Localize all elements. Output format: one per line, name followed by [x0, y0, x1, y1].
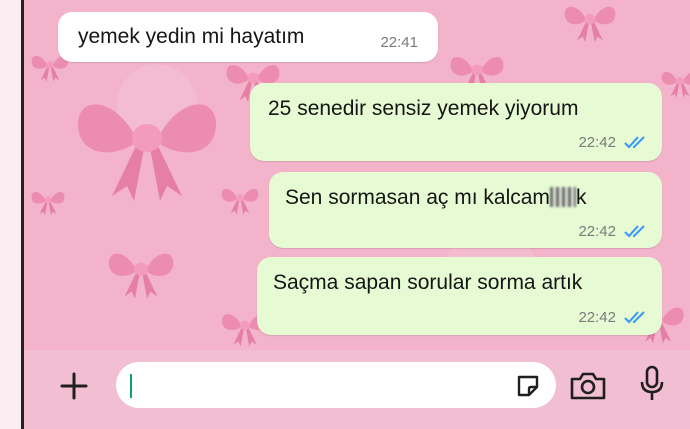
message-time: 22:42 [578, 134, 616, 151]
message-text: Sen sormasan aç mı kalcam [285, 186, 550, 209]
chat-wallpaper: yemek yedin mi hayatım 22:41 25 senedir … [24, 0, 690, 350]
composer-bar [24, 350, 690, 429]
message-bubble-outgoing[interactable]: 25 senedir sensiz yemek yiyorum 22:42 [250, 83, 662, 161]
read-receipt-icon [624, 225, 645, 238]
microphone-icon[interactable] [638, 364, 666, 404]
bow-decoration-large [77, 104, 217, 201]
message-bubble-outgoing[interactable]: Saçma sapan sorular sorma artık 22:42 [257, 257, 662, 335]
message-text: yemek yedin mi hayatım [78, 25, 305, 48]
message-text: Saçma sapan sorular sorma artık [273, 271, 583, 294]
camera-icon[interactable] [568, 370, 608, 402]
message-bubble-outgoing[interactable]: Sen sormasan aç mı kalcam k 22:42 [269, 172, 662, 248]
message-bubble-incoming[interactable]: yemek yedin mi hayatım 22:41 [58, 12, 438, 62]
message-time: 22:41 [380, 34, 418, 51]
message-input[interactable] [116, 362, 556, 408]
message-time: 22:42 [578, 223, 616, 240]
message-text-suffix: k [575, 186, 587, 209]
message-text: 25 senedir sensiz yemek yiyorum [268, 97, 579, 120]
bow-decoration [221, 188, 259, 215]
message-text-wrapper: Sen sormasan aç mı kalcam k [285, 186, 586, 210]
message-time: 22:42 [578, 309, 616, 326]
redacted-text [549, 187, 576, 207]
bow-decoration [31, 192, 65, 216]
bow-decoration [108, 253, 174, 299]
screen-frame-edge [0, 0, 24, 429]
sticker-icon[interactable] [514, 372, 542, 400]
bow-decoration [661, 71, 690, 98]
read-receipt-icon [624, 311, 645, 324]
plus-icon[interactable] [58, 370, 90, 402]
bow-decoration [564, 6, 616, 43]
read-receipt-icon [624, 136, 645, 149]
text-caret [130, 374, 132, 398]
